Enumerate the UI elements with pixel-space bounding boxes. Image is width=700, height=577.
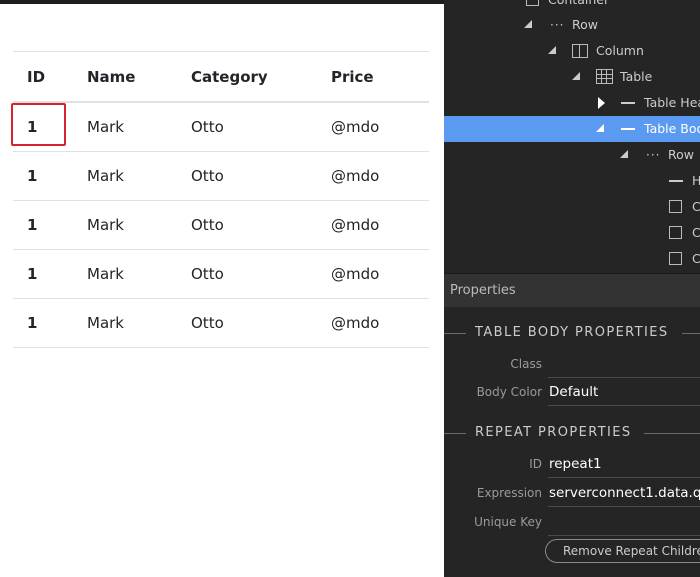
body-color-label: Body Color bbox=[476, 385, 542, 399]
cell-icon bbox=[669, 252, 682, 265]
id-input[interactable]: repeat1 bbox=[548, 451, 700, 478]
table-icon bbox=[596, 69, 613, 84]
cell-category[interactable]: Otto bbox=[191, 249, 331, 299]
expand-arrow-icon[interactable] bbox=[572, 72, 580, 80]
cell-price[interactable]: @mdo bbox=[331, 151, 429, 201]
cell-name[interactable]: Mark bbox=[87, 298, 191, 348]
tree-node-label: C bbox=[692, 199, 700, 214]
tree-node-label: C bbox=[692, 251, 700, 266]
section-title: REPEAT PROPERTIES bbox=[475, 425, 632, 440]
section-divider bbox=[644, 433, 700, 434]
expression-label: Expression bbox=[476, 486, 542, 500]
id-label: ID bbox=[529, 457, 542, 471]
tree-node-table-body[interactable]: Table Body bbox=[444, 116, 700, 142]
cell-price[interactable]: @mdo bbox=[331, 298, 429, 348]
container-icon bbox=[526, 0, 539, 6]
expand-arrow-icon[interactable] bbox=[596, 124, 604, 132]
column-header-id[interactable]: ID bbox=[13, 51, 87, 103]
unique-key-input[interactable] bbox=[548, 509, 700, 536]
tree-node-label: Row bbox=[572, 17, 598, 32]
cell-icon bbox=[669, 200, 682, 213]
tree-node-label: Table Head bbox=[644, 95, 700, 110]
properties-panel-header[interactable]: Properties bbox=[444, 273, 700, 307]
cell-category[interactable]: Otto bbox=[191, 151, 331, 201]
expand-arrow-icon[interactable] bbox=[548, 46, 556, 54]
tree-node-label: Row bbox=[668, 147, 694, 162]
table-row[interactable]: 1 Mark Otto @mdo bbox=[13, 151, 429, 201]
table-body-properties-section: TABLE BODY PROPERTIES bbox=[444, 323, 700, 343]
table-header-row[interactable]: ID Name Category Price bbox=[13, 51, 429, 103]
cell-id[interactable]: 1 bbox=[13, 249, 87, 299]
structure-properties-panel: Container ··· Row Column Table Table Hea… bbox=[444, 0, 700, 577]
unique-key-row: Unique Key bbox=[444, 509, 700, 536]
class-label: Class bbox=[510, 357, 542, 371]
canvas-top-edge bbox=[0, 0, 444, 4]
repeat-properties-section: REPEAT PROPERTIES bbox=[444, 423, 700, 443]
tree-node-label: H bbox=[692, 173, 700, 188]
cell-name[interactable]: Mark bbox=[87, 200, 191, 250]
expand-arrow-icon[interactable] bbox=[524, 20, 532, 28]
table-row[interactable]: 1 Mark Otto @mdo bbox=[13, 200, 429, 250]
tree-node-label: Column bbox=[596, 43, 644, 58]
cell-category[interactable]: Otto bbox=[191, 102, 331, 152]
remove-repeat-children-button[interactable]: Remove Repeat Children bbox=[545, 539, 700, 563]
column-icon bbox=[572, 44, 588, 58]
cell-price[interactable]: @mdo bbox=[331, 102, 429, 152]
row-icon: ··· bbox=[550, 18, 565, 32]
expression-input[interactable]: serverconnect1.data.qu bbox=[548, 480, 700, 507]
cell-id[interactable]: 1 bbox=[13, 298, 87, 348]
tree-node-label: Table Body bbox=[644, 121, 700, 136]
table-row[interactable]: 1 Mark Otto @mdo bbox=[13, 102, 429, 152]
cell-price[interactable]: @mdo bbox=[331, 200, 429, 250]
id-row: ID repeat1 bbox=[444, 451, 700, 478]
section-title: TABLE BODY PROPERTIES bbox=[475, 325, 669, 340]
section-divider bbox=[682, 333, 700, 334]
table-head-icon bbox=[621, 102, 635, 104]
header-cell-icon bbox=[669, 180, 683, 182]
cell-id[interactable]: 1 bbox=[13, 200, 87, 250]
cell-id[interactable]: 1 bbox=[13, 151, 87, 201]
expression-row: Expression serverconnect1.data.qu bbox=[444, 480, 700, 507]
column-header-name[interactable]: Name bbox=[87, 51, 191, 103]
data-table[interactable]: ID Name Category Price 1 Mark Otto @mdo … bbox=[13, 51, 429, 348]
column-header-category[interactable]: Category bbox=[191, 51, 331, 103]
cell-name[interactable]: Mark bbox=[87, 151, 191, 201]
properties-title: Properties bbox=[450, 283, 516, 298]
design-canvas: ID Name Category Price 1 Mark Otto @mdo … bbox=[0, 0, 444, 577]
cell-name[interactable]: Mark bbox=[87, 249, 191, 299]
selected-element-outline bbox=[11, 103, 66, 146]
expand-arrow-icon[interactable] bbox=[620, 150, 628, 158]
cell-category[interactable]: Otto bbox=[191, 298, 331, 348]
cell-price[interactable]: @mdo bbox=[331, 249, 429, 299]
collapsed-arrow-icon[interactable] bbox=[598, 97, 605, 109]
section-divider bbox=[444, 333, 466, 334]
table-row[interactable]: 1 Mark Otto @mdo bbox=[13, 298, 429, 348]
section-divider bbox=[444, 433, 466, 434]
row-icon: ··· bbox=[646, 148, 661, 162]
tree-node-label: Table bbox=[620, 69, 653, 84]
cell-icon bbox=[669, 226, 682, 239]
cell-name[interactable]: Mark bbox=[87, 102, 191, 152]
tree-node-label: C bbox=[692, 225, 700, 240]
table-body-icon bbox=[621, 128, 635, 130]
unique-key-label: Unique Key bbox=[474, 515, 542, 529]
cell-category[interactable]: Otto bbox=[191, 200, 331, 250]
column-header-price[interactable]: Price bbox=[331, 51, 429, 103]
body-color-row: Body Color Default bbox=[444, 379, 700, 406]
table-row[interactable]: 1 Mark Otto @mdo bbox=[13, 249, 429, 299]
class-input[interactable] bbox=[548, 351, 700, 378]
class-row: Class bbox=[444, 351, 700, 378]
body-color-select[interactable]: Default bbox=[548, 379, 700, 406]
